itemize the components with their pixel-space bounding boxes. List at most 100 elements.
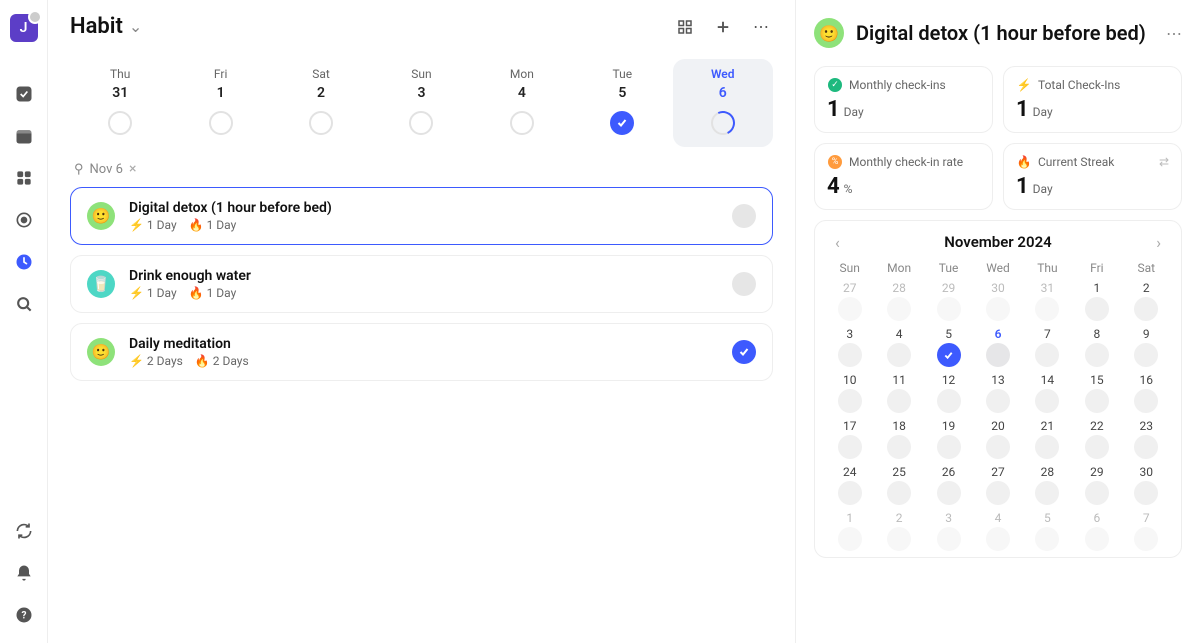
nav-notifications-icon[interactable] bbox=[10, 559, 38, 587]
calendar-day-dot[interactable] bbox=[838, 481, 862, 505]
calendar-cell[interactable]: 2 bbox=[1122, 281, 1171, 321]
calendar-cell[interactable]: 5 bbox=[924, 327, 973, 367]
week-day[interactable]: Sat 2 bbox=[271, 59, 371, 147]
calendar-cell[interactable]: 8 bbox=[1072, 327, 1121, 367]
calendar-day-dot[interactable] bbox=[986, 389, 1010, 413]
calendar-cell[interactable]: 27 bbox=[825, 281, 874, 321]
calendar-next-icon[interactable]: › bbox=[1152, 229, 1165, 256]
calendar-cell[interactable]: 23 bbox=[1122, 419, 1171, 459]
calendar-cell[interactable]: 9 bbox=[1122, 327, 1171, 367]
calendar-cell[interactable]: 19 bbox=[924, 419, 973, 459]
calendar-day-dot[interactable] bbox=[986, 527, 1010, 551]
add-button[interactable] bbox=[711, 15, 735, 39]
calendar-day-dot[interactable] bbox=[986, 435, 1010, 459]
calendar-day-dot[interactable] bbox=[1085, 343, 1109, 367]
calendar-cell[interactable]: 3 bbox=[825, 327, 874, 367]
calendar-day-dot[interactable] bbox=[1134, 481, 1158, 505]
calendar-cell[interactable]: 15 bbox=[1072, 373, 1121, 413]
calendar-day-dot[interactable] bbox=[1134, 343, 1158, 367]
calendar-cell[interactable]: 18 bbox=[874, 419, 923, 459]
calendar-day-dot[interactable] bbox=[838, 527, 862, 551]
calendar-cell[interactable]: 4 bbox=[973, 511, 1022, 551]
calendar-cell[interactable]: 13 bbox=[973, 373, 1022, 413]
calendar-cell[interactable]: 30 bbox=[973, 281, 1022, 321]
calendar-cell[interactable]: 5 bbox=[1023, 511, 1072, 551]
calendar-day-dot[interactable] bbox=[1085, 481, 1109, 505]
calendar-day-dot[interactable] bbox=[937, 343, 961, 367]
calendar-day-dot[interactable] bbox=[937, 527, 961, 551]
calendar-cell[interactable]: 7 bbox=[1023, 327, 1072, 367]
calendar-day-dot[interactable] bbox=[1035, 481, 1059, 505]
nav-task-icon[interactable] bbox=[10, 80, 38, 108]
habit-check-button[interactable] bbox=[732, 340, 756, 364]
grid-view-icon[interactable] bbox=[673, 15, 697, 39]
calendar-cell[interactable]: 22 bbox=[1072, 419, 1121, 459]
calendar-cell[interactable]: 10 bbox=[825, 373, 874, 413]
calendar-cell[interactable]: 29 bbox=[1072, 465, 1121, 505]
calendar-day-dot[interactable] bbox=[1134, 527, 1158, 551]
habit-check-button[interactable] bbox=[732, 204, 756, 228]
calendar-day-dot[interactable] bbox=[1085, 389, 1109, 413]
week-day[interactable]: Thu 31 bbox=[70, 59, 170, 147]
calendar-cell[interactable]: 25 bbox=[874, 465, 923, 505]
avatar[interactable]: J bbox=[10, 14, 38, 42]
calendar-day-dot[interactable] bbox=[1134, 435, 1158, 459]
calendar-day-dot[interactable] bbox=[1035, 343, 1059, 367]
calendar-day-dot[interactable] bbox=[1035, 297, 1059, 321]
nav-sync-icon[interactable] bbox=[10, 517, 38, 545]
calendar-day-dot[interactable] bbox=[887, 527, 911, 551]
habit-card[interactable]: 🙂 Digital detox (1 hour before bed) ⚡ 1 … bbox=[70, 187, 773, 245]
swap-icon[interactable]: ⇄ bbox=[1159, 155, 1169, 169]
week-day[interactable]: Wed 6 bbox=[673, 59, 773, 147]
calendar-day-dot[interactable] bbox=[937, 481, 961, 505]
habit-card[interactable]: 🙂 Daily meditation ⚡ 2 Days 🔥 2 Days bbox=[70, 323, 773, 381]
calendar-cell[interactable]: 1 bbox=[1072, 281, 1121, 321]
nav-help-icon[interactable]: ? bbox=[10, 601, 38, 629]
calendar-cell[interactable]: 16 bbox=[1122, 373, 1171, 413]
calendar-day-dot[interactable] bbox=[838, 435, 862, 459]
calendar-day-dot[interactable] bbox=[887, 435, 911, 459]
calendar-cell[interactable]: 28 bbox=[1023, 465, 1072, 505]
calendar-cell[interactable]: 31 bbox=[1023, 281, 1072, 321]
calendar-cell[interactable]: 4 bbox=[874, 327, 923, 367]
nav-calendar-icon[interactable] bbox=[10, 122, 38, 150]
week-day[interactable]: Mon 4 bbox=[472, 59, 572, 147]
calendar-cell[interactable]: 29 bbox=[924, 281, 973, 321]
calendar-day-dot[interactable] bbox=[887, 389, 911, 413]
calendar-cell[interactable]: 1 bbox=[825, 511, 874, 551]
filter-clear-icon[interactable]: × bbox=[129, 161, 136, 177]
week-day[interactable]: Fri 1 bbox=[170, 59, 270, 147]
calendar-cell[interactable]: 2 bbox=[874, 511, 923, 551]
calendar-day-dot[interactable] bbox=[986, 343, 1010, 367]
nav-search-icon[interactable] bbox=[10, 290, 38, 318]
week-day[interactable]: Tue 5 bbox=[572, 59, 672, 147]
habit-check-button[interactable] bbox=[732, 272, 756, 296]
nav-habit-icon[interactable] bbox=[10, 248, 38, 276]
calendar-cell[interactable]: 7 bbox=[1122, 511, 1171, 551]
calendar-day-dot[interactable] bbox=[887, 343, 911, 367]
calendar-cell[interactable]: 14 bbox=[1023, 373, 1072, 413]
calendar-day-dot[interactable] bbox=[838, 297, 862, 321]
calendar-cell[interactable]: 28 bbox=[874, 281, 923, 321]
calendar-cell[interactable]: 6 bbox=[973, 327, 1022, 367]
habit-card[interactable]: 🥛 Drink enough water ⚡ 1 Day 🔥 1 Day bbox=[70, 255, 773, 313]
calendar-cell[interactable]: 17 bbox=[825, 419, 874, 459]
calendar-prev-icon[interactable]: ‹ bbox=[831, 229, 844, 256]
calendar-cell[interactable]: 24 bbox=[825, 465, 874, 505]
calendar-cell[interactable]: 12 bbox=[924, 373, 973, 413]
calendar-day-dot[interactable] bbox=[838, 389, 862, 413]
calendar-cell[interactable]: 6 bbox=[1072, 511, 1121, 551]
calendar-day-dot[interactable] bbox=[1085, 435, 1109, 459]
nav-target-icon[interactable] bbox=[10, 206, 38, 234]
calendar-day-dot[interactable] bbox=[1085, 297, 1109, 321]
panel-more-icon[interactable]: ⋯ bbox=[1166, 24, 1182, 43]
calendar-day-dot[interactable] bbox=[937, 435, 961, 459]
calendar-cell[interactable]: 26 bbox=[924, 465, 973, 505]
calendar-day-dot[interactable] bbox=[887, 481, 911, 505]
calendar-day-dot[interactable] bbox=[1085, 527, 1109, 551]
more-menu-icon[interactable]: ⋯ bbox=[749, 15, 773, 39]
calendar-cell[interactable]: 20 bbox=[973, 419, 1022, 459]
calendar-cell[interactable]: 3 bbox=[924, 511, 973, 551]
calendar-day-dot[interactable] bbox=[1134, 297, 1158, 321]
calendar-cell[interactable]: 30 bbox=[1122, 465, 1171, 505]
